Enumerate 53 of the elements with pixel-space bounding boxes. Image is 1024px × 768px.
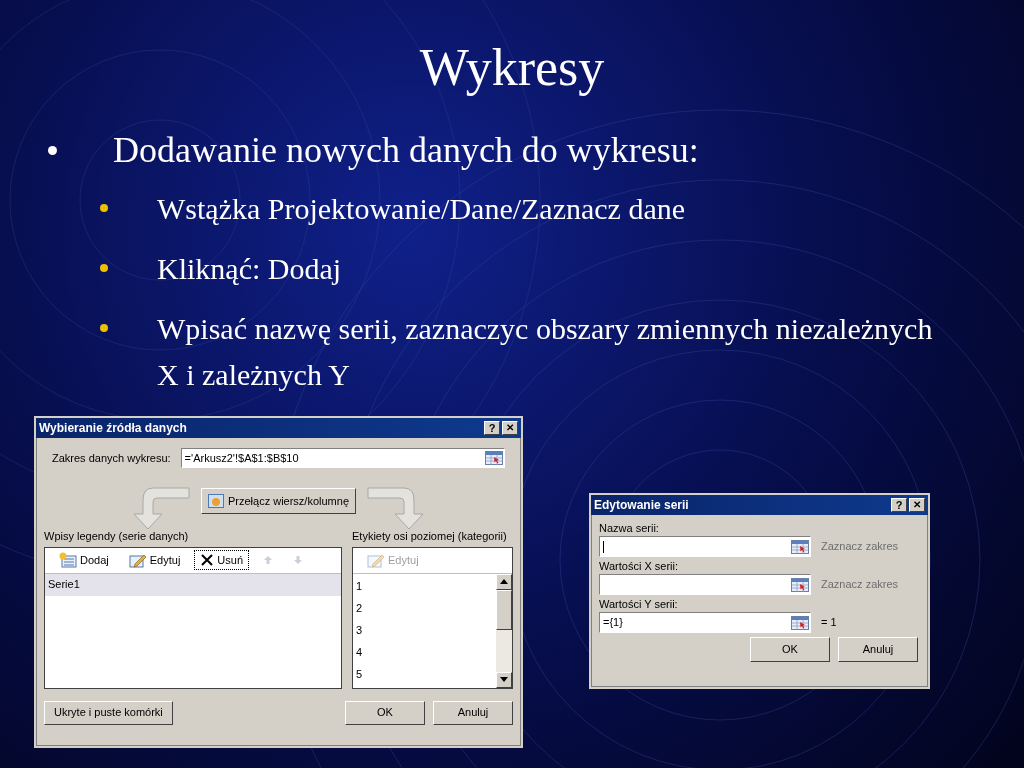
category-list-item[interactable]: 1 xyxy=(353,575,496,598)
category-list-item[interactable]: 2 xyxy=(353,597,496,620)
bullet-text: Kliknąć: Dodaj xyxy=(157,251,343,287)
series-input-field[interactable] xyxy=(599,536,811,557)
switch-row-column-button[interactable]: Przełącz wiersz/kolumnę xyxy=(200,488,356,514)
category-list-item[interactable]: 5 xyxy=(353,663,496,686)
dialog-title: Edytowanie serii xyxy=(594,499,690,511)
field-label: Wartości Y serii: xyxy=(599,597,679,612)
bullet-text: Wstążka Projektowanie/Dane/Zaznacz dane xyxy=(157,191,687,227)
toolbar-button[interactable]: Edytuj xyxy=(122,550,187,570)
scrollbar[interactable] xyxy=(496,573,512,688)
ok-button[interactable]: OK xyxy=(750,637,830,662)
cancel-button[interactable]: Anuluj xyxy=(433,700,513,725)
toolbar-button[interactable]: Dodaj xyxy=(53,550,115,570)
edit-pencil-icon xyxy=(128,552,147,568)
range-preview: = 1 xyxy=(821,615,837,631)
range-picker-icon[interactable] xyxy=(791,539,809,554)
field-label: Wartości X serii: xyxy=(599,559,680,574)
category-list-item[interactable]: 3 xyxy=(353,619,496,642)
cancel-button[interactable]: Anuluj xyxy=(838,637,918,662)
slide-title: Wykresy xyxy=(419,38,605,98)
remove-x-icon xyxy=(200,553,215,567)
field-label: Nazwa serii: xyxy=(599,521,660,536)
legend-label: Wpisy legendy (serie danych) xyxy=(44,529,190,544)
range-picker-icon[interactable] xyxy=(791,577,809,592)
down-arrow-icon xyxy=(293,555,303,565)
ok-button[interactable]: OK xyxy=(345,700,425,725)
dialog-title: Wybieranie źródła danych xyxy=(39,422,188,434)
series-input-field[interactable]: ={1} xyxy=(599,612,811,633)
scroll-up-icon xyxy=(500,579,508,584)
close-button[interactable]: ✕ xyxy=(909,498,925,512)
range-preview: Zaznacz zakres xyxy=(821,539,899,555)
range-picker-icon[interactable] xyxy=(791,615,809,630)
range-label: Zakres danych wykresu: xyxy=(52,450,171,466)
up-arrow-icon xyxy=(263,555,273,565)
add-list-icon xyxy=(59,552,77,568)
bullet-text: Dodawanie nowych danych do wykresu: xyxy=(113,129,699,172)
range-input-field[interactable]: ='Arkusz2'!$A$1:$B$10 xyxy=(180,448,505,468)
edit-pencil-icon xyxy=(367,552,385,568)
scroll-down-icon xyxy=(500,677,508,682)
range-picker-icon[interactable] xyxy=(485,451,503,465)
close-button[interactable]: ✕ xyxy=(502,421,518,435)
category-list-item[interactable]: 4 xyxy=(353,641,496,664)
toolbar-button[interactable]: Usuń xyxy=(194,550,249,570)
help-button[interactable]: ? xyxy=(484,421,500,435)
bullet-text: Wpisać nazwę serii, zaznaczyc obszary zmiennych niezależnych X i zależnych Y xyxy=(157,311,934,393)
range-preview: Zaznacz zakres xyxy=(821,577,899,593)
switch-icon xyxy=(207,494,224,508)
series-input-field[interactable] xyxy=(599,574,811,595)
help-button[interactable]: ? xyxy=(891,498,907,512)
axis-label: Etykiety osi poziomej (kategorii) xyxy=(352,529,508,544)
series-list-item[interactable]: Serie1 xyxy=(45,573,341,596)
hidden-cells-button[interactable]: Ukryte i puste komórki xyxy=(44,700,173,725)
